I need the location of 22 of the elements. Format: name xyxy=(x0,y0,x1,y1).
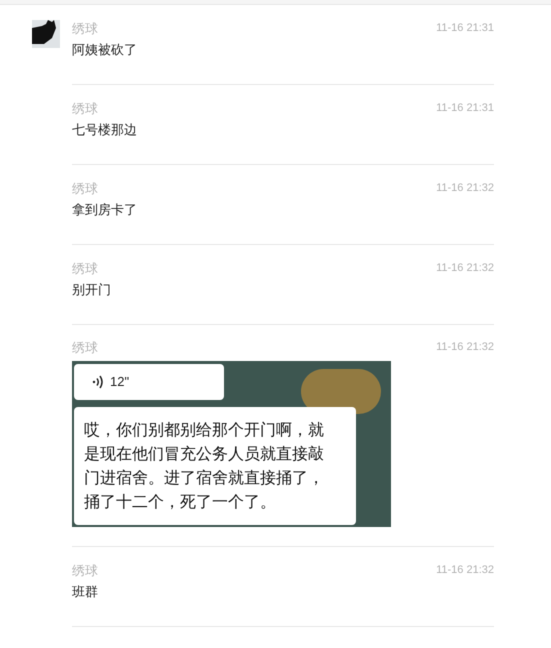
sender-name: 绣球 xyxy=(72,101,98,119)
sender-name: 绣球 xyxy=(72,181,98,199)
message-time: 11-16 21:32 xyxy=(436,261,494,276)
sound-wave-icon xyxy=(92,375,104,389)
message-time: 11-16 21:32 xyxy=(436,340,494,355)
message-time: 11-16 21:32 xyxy=(436,181,494,196)
message-text: 拿到房卡了 xyxy=(72,202,137,220)
message-text: 阿姨被砍了 xyxy=(72,42,137,60)
message-text: 七号楼那边 xyxy=(72,122,137,140)
voice-bubble[interactable]: 12" xyxy=(74,364,224,400)
sender-name: 绣球 xyxy=(72,340,98,358)
message-time: 11-16 21:31 xyxy=(436,21,494,36)
message-time: 11-16 21:31 xyxy=(436,101,494,116)
message-time: 11-16 21:32 xyxy=(436,563,494,578)
message-text: 别开门 xyxy=(72,282,111,300)
sender-name: 绣球 xyxy=(72,563,98,581)
sender-name: 绣球 xyxy=(72,21,98,39)
voice-transcript: 哎，你们别都别给那个开门啊，就是现在他们冒充公务人员就直接敲门进宿舍。进了宿舍就直接捅了，捅了十二个，死了一个了。 xyxy=(74,407,356,525)
voice-duration: 12" xyxy=(110,373,130,392)
voice-message-card[interactable]: 12" 哎，你们别都别给那个开门啊，就是现在他们冒充公务人员就直接敲门进宿舍。进了宿舍就直接捅了，捅了十二个，死了一个了。 xyxy=(72,361,391,527)
message-text: 班群 xyxy=(72,584,98,602)
sender-name: 绣球 xyxy=(72,261,98,279)
